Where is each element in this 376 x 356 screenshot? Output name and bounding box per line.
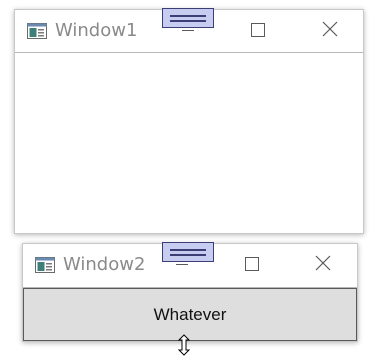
window1[interactable]: Window1 <box>14 9 364 234</box>
window1-title: Window1 <box>55 20 138 41</box>
drag-grip-icon[interactable] <box>162 242 214 262</box>
grip-line <box>170 253 206 256</box>
whatever-button-label: Whatever <box>153 304 227 324</box>
grip-line <box>170 248 206 251</box>
maximize-icon <box>245 256 259 275</box>
window1-maximize-button[interactable] <box>241 18 275 44</box>
close-icon <box>322 21 338 41</box>
maximize-icon <box>251 22 265 41</box>
window1-content <box>15 53 363 233</box>
desktop-stage: Window1 Window2 Whatever <box>0 0 376 356</box>
drag-grip-icon[interactable] <box>162 8 214 28</box>
window2-maximize-button[interactable] <box>235 252 269 278</box>
window2-close-button[interactable] <box>306 252 340 278</box>
resize-vertical-cursor-icon <box>176 334 192 356</box>
window1-close-button[interactable] <box>313 18 347 44</box>
app-window-icon <box>27 23 47 39</box>
window2-title: Window2 <box>63 254 146 275</box>
close-icon <box>315 255 331 275</box>
grip-line <box>170 14 206 17</box>
app-window-icon <box>35 257 55 273</box>
grip-line <box>170 19 206 22</box>
